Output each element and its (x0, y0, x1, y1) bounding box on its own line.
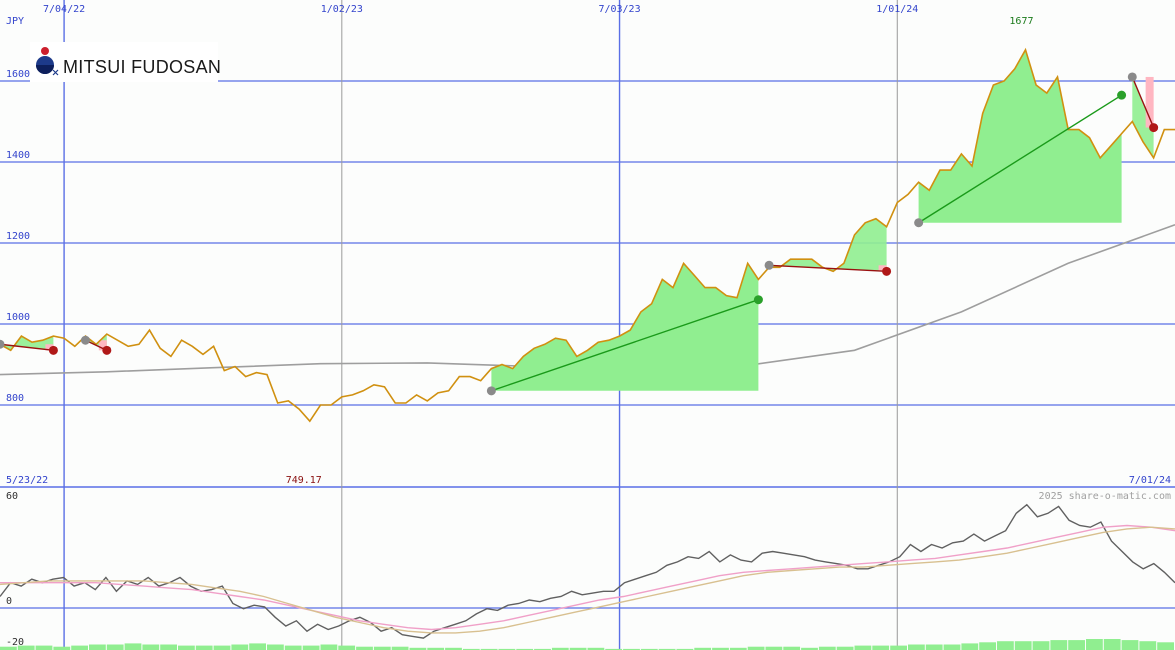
stock-chart: 800 1000 1200 1400 1600 7/04/22 1/02/23 7/03/23… (0, 0, 1175, 650)
volume-bar (89, 644, 106, 650)
volume-bar (1032, 641, 1050, 650)
trade-exit-marker (882, 266, 892, 276)
osc-tick-label: 60 (6, 491, 18, 502)
volume-bar (106, 644, 124, 650)
volume-bar (142, 644, 160, 650)
y-tick-label: 1200 (6, 231, 30, 242)
currency-label: JPY (6, 16, 24, 27)
volume-bar (249, 643, 266, 650)
trade-entry-marker (486, 386, 496, 396)
high-annotation: 1677 (1009, 16, 1033, 27)
volume-bar (925, 644, 943, 650)
volume-bar (890, 645, 907, 650)
start-date-label: 5/23/22 (6, 475, 48, 486)
x-tick-label: 1/01/24 (876, 4, 918, 15)
y-tick-label: 1000 (6, 312, 30, 323)
volume-bar (160, 644, 177, 650)
volume-bar (979, 642, 996, 650)
end-date-label: 7/01/24 (1129, 475, 1171, 486)
trade-entry-marker (764, 260, 774, 270)
y-tick-label: 800 (6, 393, 24, 404)
trade-entry-marker (1127, 72, 1137, 82)
osc-tick-label: 0 (6, 596, 12, 607)
volume-bar (1157, 642, 1174, 650)
volume-bar (854, 645, 872, 650)
x-tick-label: 7/04/22 (43, 4, 85, 15)
x-tick-label: 7/03/23 (598, 4, 640, 15)
low-annotation: 749.17 (286, 475, 322, 486)
volume-bar (178, 645, 195, 650)
volume-bar (338, 645, 356, 650)
volume-bar (267, 644, 284, 650)
volume-bar (1050, 640, 1068, 650)
trade-entry-marker (914, 218, 924, 228)
volume-bar (71, 645, 88, 650)
y-tick-label: 1600 (6, 69, 30, 80)
trade-exit-marker (102, 345, 112, 355)
trade-exit-marker (1117, 90, 1127, 100)
trade-exit-marker (48, 345, 58, 355)
volume-bar (320, 644, 338, 650)
logo-text: MITSUI FUDOSAN (63, 57, 221, 77)
trade-exit-marker (753, 295, 763, 305)
volume-bar (1086, 639, 1103, 650)
volume-bar (1121, 640, 1139, 650)
volume-bar (1068, 640, 1085, 650)
watermark: 2025 share-o-matic.com (1039, 491, 1171, 502)
loss-marker-fill (1145, 76, 1154, 128)
trade-entry-marker (80, 335, 90, 345)
volume-bar (231, 644, 249, 650)
volume-bar (943, 644, 961, 650)
volume-bar (124, 643, 142, 650)
volume-bar (961, 643, 979, 650)
company-logo: MITSUI FUDOSAN (30, 42, 221, 82)
volume-bar (302, 645, 320, 650)
y-tick-label: 1400 (6, 150, 30, 161)
volume-bar (872, 645, 890, 650)
volume-bar (35, 645, 53, 650)
osc-tick-label: -20 (6, 637, 24, 648)
volume-bar (997, 641, 1014, 650)
volume-bar (1014, 641, 1032, 650)
trade-exit-marker (1149, 123, 1159, 133)
volume-bar (1103, 639, 1121, 650)
x-tick-label: 1/02/23 (321, 4, 363, 15)
volume-bar (213, 645, 231, 650)
volume-bar (1139, 641, 1157, 650)
volume-bar (908, 644, 925, 650)
volume-bar (195, 645, 213, 650)
volume-bar (284, 645, 302, 650)
